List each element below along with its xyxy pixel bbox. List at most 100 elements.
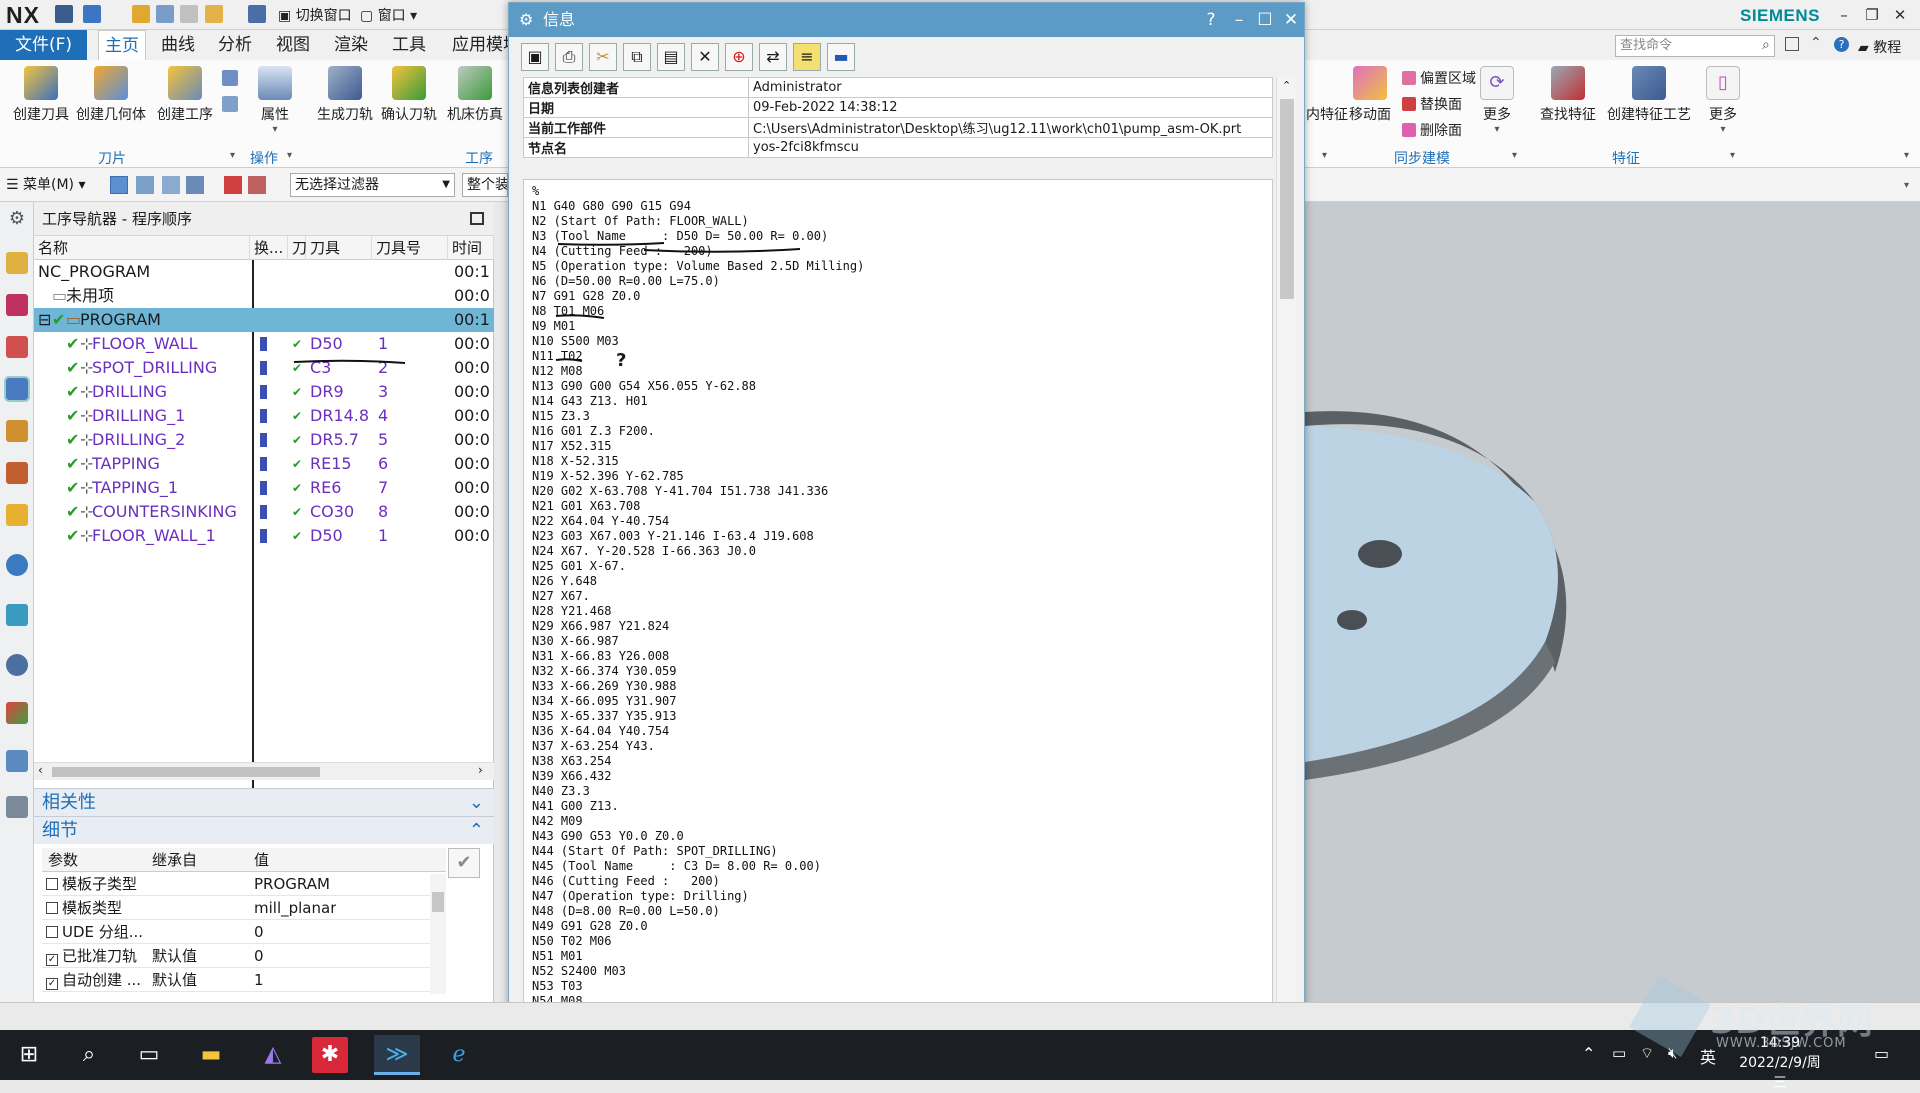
find-icon[interactable]: ⊕ (725, 43, 753, 71)
group-tool-dropdown-icon[interactable]: ▾ (230, 150, 235, 161)
create-tool-button[interactable]: 创建刀具 (6, 66, 76, 124)
find-feature-button[interactable]: 查找特征 (1536, 66, 1600, 124)
tab-render[interactable]: 渲染 (328, 30, 374, 60)
table-row[interactable]: ✔ ⊹ DRILLING_1 ✔ DR14.8 4 00:0 (34, 404, 494, 428)
col-path[interactable]: 刀 (288, 236, 307, 260)
details-row[interactable]: 模板类型 mill_planar (42, 896, 446, 920)
file-explorer-icon[interactable]: ▬ (188, 1035, 234, 1075)
ribbon-options-icon[interactable]: ▾ (1904, 150, 1909, 161)
scroll-left-icon[interactable]: ‹ (38, 763, 43, 777)
copy-icon[interactable] (156, 5, 174, 23)
word-wrap-icon[interactable]: ≡ (793, 43, 821, 71)
task-view-icon[interactable]: ▭ (126, 1035, 172, 1075)
verify-toolpath-button[interactable]: 确认刀轨 (374, 66, 444, 124)
close-button[interactable]: ✕ (1886, 4, 1914, 26)
graphics-viewport[interactable] (1305, 202, 1920, 1002)
ie-browser-icon[interactable]: ℯ (436, 1035, 482, 1075)
minimize-button[interactable]: – (1830, 4, 1858, 26)
reuse-library-icon[interactable] (6, 462, 28, 484)
part-navigator-icon[interactable] (6, 336, 28, 358)
operation-navigator-icon[interactable] (4, 376, 30, 402)
table-row[interactable]: ✔ ⊹ FLOOR_WALL_1 ✔ D50 1 00:0 (34, 524, 494, 548)
replace-face-button[interactable]: 替换面 (1402, 94, 1462, 114)
table-row[interactable]: ✔ ⊹ TAPPING_1 ✔ RE6 7 00:0 (34, 476, 494, 500)
tab-tools[interactable]: 工具 (386, 30, 432, 60)
tab-analysis[interactable]: 分析 (212, 30, 258, 60)
details-row[interactable]: UDE 分组... 0 (42, 920, 446, 944)
tree-row-program[interactable]: ⊟ ✔ ▭ PROGRAM 00:1 (34, 308, 494, 332)
tutorial-button[interactable]: ▰ 教程 (1858, 37, 1901, 57)
machine-tool-view-icon[interactable] (136, 176, 154, 194)
tab-home[interactable]: 主页 (98, 30, 146, 60)
restore-button[interactable]: ❐ (1858, 4, 1886, 26)
wps-app-icon[interactable]: ✱ (312, 1037, 348, 1073)
photos-app-icon[interactable]: ◭ (250, 1035, 296, 1075)
touch-mode-icon[interactable] (205, 5, 223, 23)
tree-row-nc-program[interactable]: NC_PROGRAM 00:1 (34, 260, 494, 284)
scroll-up-icon[interactable]: ⌃ (1282, 79, 1291, 92)
details-row[interactable]: ✓ 自动创建 ... 默认值 1 (42, 968, 446, 992)
more-feature-button[interactable]: ▯ 更多 ▾ (1698, 66, 1748, 135)
dialog-minimize-button[interactable]: – (1225, 3, 1253, 37)
tab-curve[interactable]: 曲线 (155, 30, 201, 60)
tab-applications[interactable]: 应用模块 (446, 30, 508, 60)
machine-simulation-button[interactable]: 机床仿真 (440, 66, 510, 124)
nx-app-icon[interactable]: ≫ (374, 1035, 420, 1075)
roles-icon[interactable] (6, 796, 28, 818)
table-row[interactable]: ✔ ⊹ FLOOR_WALL ✔ D50 1 00:0 (34, 332, 494, 356)
create-operation-button[interactable]: 创建工序 (150, 66, 220, 124)
info-scroll-thumb[interactable] (1280, 99, 1294, 299)
battery-icon[interactable]: ▭ (1612, 1044, 1626, 1062)
group-feature-dropdown-icon[interactable]: ▾ (1730, 150, 1735, 161)
settings-gear-icon[interactable]: ⚙ (6, 208, 28, 230)
group-sync-dropdown-icon[interactable]: ▾ (1512, 150, 1517, 161)
delete-icon[interactable]: ✕ (691, 43, 719, 71)
help-icon[interactable]: ? (1834, 37, 1849, 52)
start-windows-icon[interactable]: ⊞ (6, 1035, 52, 1075)
dialog-close-button[interactable]: ✕ (1277, 3, 1305, 37)
group-operate-dropdown-icon[interactable]: ▾ (287, 150, 292, 161)
paste-icon[interactable]: ▤ (657, 43, 685, 71)
details-checkbox[interactable] (46, 872, 62, 896)
help-button[interactable]: ? (1197, 3, 1225, 37)
hd3d-tools-icon[interactable] (6, 504, 28, 526)
properties-button[interactable]: 属性 ▾ (244, 66, 306, 135)
process-studio-icon[interactable] (6, 750, 28, 772)
scroll-thumb[interactable] (52, 767, 320, 777)
constraint-navigator-icon[interactable] (6, 294, 28, 316)
command-search-input[interactable]: 查找命令 (1615, 35, 1775, 57)
horizontal-scrollbar[interactable]: ‹ › (34, 762, 494, 780)
notification-icon[interactable]: ▭ (1874, 1044, 1889, 1063)
generate-toolpath-button[interactable]: 生成刀轨 (310, 66, 380, 124)
details-checkbox[interactable] (46, 896, 62, 920)
table-row[interactable]: ✔ ⊹ SPOT_DRILLING ✔ C3 2 00:0 (34, 356, 494, 380)
cut-icon[interactable] (132, 5, 150, 23)
history-icon[interactable] (6, 604, 28, 626)
details-row[interactable]: 模板子类型 PROGRAM (42, 872, 446, 896)
col-tool-number[interactable]: 刀具号 (372, 236, 448, 260)
selection-scope-dropdown[interactable]: 整个装 (462, 173, 508, 197)
assembly-navigator-icon[interactable] (6, 252, 28, 274)
details-checkbox[interactable]: ✓ (46, 944, 62, 968)
group-partial-dropdown-icon[interactable]: ▾ (1322, 150, 1327, 161)
details-checkbox[interactable]: ✓ (46, 968, 62, 992)
window-menu-button[interactable]: ▢ 窗口 ▾ (360, 5, 417, 25)
web-browser-icon[interactable] (6, 554, 28, 576)
details-scroll-thumb[interactable] (432, 892, 444, 912)
copy-icon[interactable]: ⧉ (623, 43, 651, 71)
replace-icon[interactable]: ⇄ (759, 43, 787, 71)
undo-icon[interactable] (83, 5, 101, 23)
details-checkbox[interactable] (46, 920, 62, 944)
save-info-icon[interactable]: ▣ (521, 43, 549, 71)
table-row[interactable]: ✔ ⊹ COUNTERSINKING ✔ CO30 8 00:0 (34, 500, 494, 524)
col-name[interactable]: 名称 (34, 236, 250, 260)
collapse-icon[interactable]: ▬ (827, 43, 855, 71)
repeat-command-icon[interactable] (248, 5, 266, 23)
method-icon[interactable] (222, 96, 238, 112)
tree-row-unused[interactable]: ▭ 未用项 00:0 (34, 284, 494, 308)
clock-icon[interactable] (6, 654, 28, 676)
details-scrollbar[interactable] (430, 874, 446, 994)
program-order-view-icon[interactable] (110, 176, 128, 194)
window-layout-icon[interactable] (1785, 37, 1799, 51)
method-view-icon[interactable] (186, 176, 204, 194)
